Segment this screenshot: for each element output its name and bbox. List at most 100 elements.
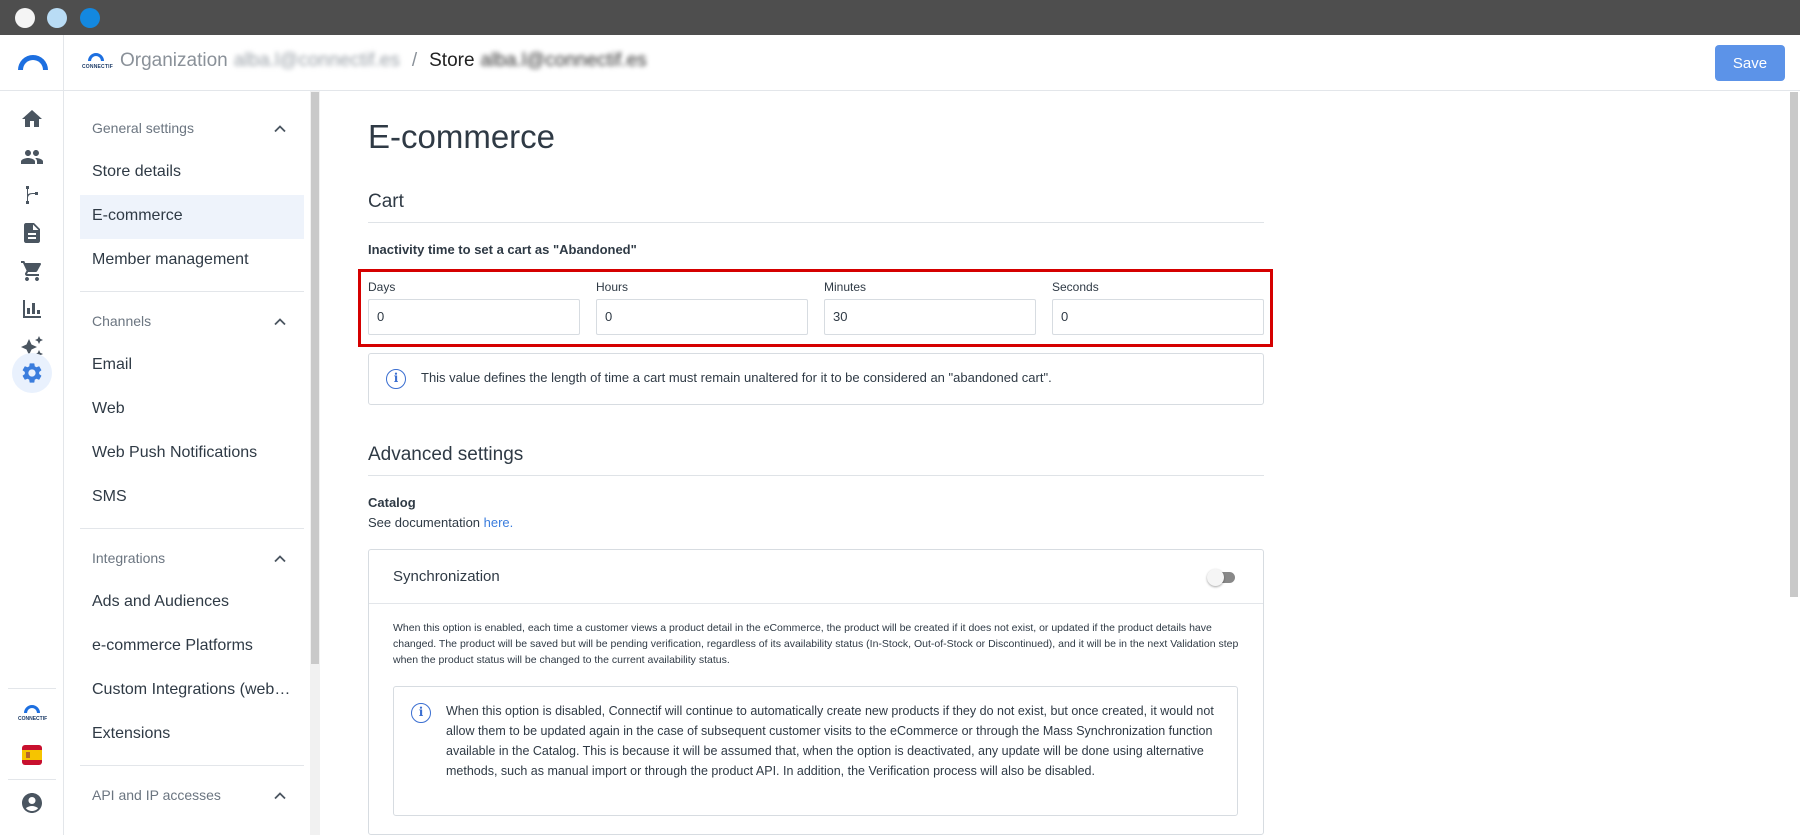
app-header: CONNECTIF Organization alba.l@connectif.… [0, 35, 1800, 91]
connectif-mini-logo[interactable]: CONNECTIF [18, 703, 48, 727]
nav-section-channels[interactable]: Channels [80, 302, 304, 342]
breadcrumb: Organization alba.l@connectif.es / Store… [120, 50, 647, 72]
section-title-advanced-settings: Advanced settings [368, 444, 524, 465]
info-icon: i [386, 369, 406, 389]
nav-item-sms[interactable]: SMS [80, 476, 304, 520]
minutes-label: Minutes [824, 280, 867, 294]
seconds-label: Seconds [1052, 280, 1099, 294]
nav-item-label: E-commerce [92, 207, 183, 224]
save-button[interactable]: Save [1715, 45, 1785, 81]
nav-item-label: Store details [92, 163, 181, 180]
nav-item-web[interactable]: Web [80, 388, 304, 432]
flow-icon[interactable] [20, 183, 44, 207]
connectif-logo-icon [18, 55, 48, 70]
organization-logo: CONNECTIF [82, 51, 113, 75]
synchronization-note-box: i When this option is disabled, Connecti… [393, 686, 1238, 816]
seconds-input[interactable]: 0 [1052, 299, 1264, 335]
account-icon[interactable] [20, 791, 44, 815]
nav-item-label: e-commerce Platforms [92, 637, 253, 654]
main-content: E-commerce Cart Inactivity time to set a… [320, 91, 1800, 835]
synchronization-title: Synchronization [393, 568, 500, 585]
nav-section-label: API and IP accesses [92, 787, 221, 803]
documentation-line: See documentation here. [368, 515, 513, 530]
nav-item-label: Extensions [92, 725, 171, 742]
catalog-label: Catalog [368, 495, 416, 510]
nav-item-e-commerce[interactable]: E-commerce [80, 195, 304, 239]
breadcrumb-organization-value[interactable]: alba.l@connectif.es [234, 50, 400, 72]
nav-item-email[interactable]: Email [80, 344, 304, 388]
window-titlebar [0, 0, 1800, 35]
chevron-up-icon [274, 125, 286, 133]
nav-item-label: Custom Integrations (webhooks) [92, 681, 297, 698]
section-divider [368, 475, 1264, 476]
rail-divider [8, 688, 56, 689]
documentation-prefix: See documentation [368, 515, 484, 530]
nav-section-integrations[interactable]: Integrations [80, 539, 304, 579]
settings-nav: General settings Store details E-commerc… [64, 91, 319, 835]
synchronization-header: Synchronization [369, 550, 1263, 604]
nav-scrollbar-thumb[interactable] [311, 92, 319, 664]
brand-logo[interactable] [0, 35, 64, 91]
synchronization-description: When this option is enabled, each time a… [393, 622, 1239, 666]
abandoned-cart-info-text: This value defines the length of time a … [421, 370, 1052, 385]
documentation-link[interactable]: here. [484, 515, 514, 530]
window-maximize-dot[interactable] [80, 8, 100, 28]
nav-section-label: Integrations [92, 550, 166, 566]
nav-section-label: General settings [92, 120, 194, 136]
info-icon: i [411, 703, 431, 723]
synchronization-card: Synchronization When this option is enab… [368, 549, 1264, 835]
window-minimize-dot[interactable] [47, 8, 67, 28]
section-title-cart: Cart [368, 191, 404, 212]
home-icon[interactable] [20, 107, 44, 131]
inactivity-time-caption: Inactivity time to set a cart as "Abando… [368, 242, 637, 257]
breadcrumb-separator: / [411, 50, 418, 71]
section-divider [368, 222, 1264, 223]
synchronization-toggle[interactable] [1207, 568, 1237, 586]
nav-item-ecommerce-platforms[interactable]: e-commerce Platforms [80, 625, 304, 669]
hours-label: Hours [596, 280, 629, 294]
nav-item-label: Email [92, 356, 133, 373]
breadcrumb-organization-label[interactable]: Organization [120, 50, 228, 72]
chevron-up-icon [274, 318, 286, 326]
nav-item-label: Web [92, 400, 125, 417]
chevron-up-icon [274, 792, 286, 800]
page-title: E-commerce [368, 118, 556, 155]
nav-item-member-management[interactable]: Member management [80, 239, 304, 283]
days-input[interactable]: 0 [368, 299, 580, 335]
main-scrollbar-thumb[interactable] [1790, 92, 1798, 597]
rail-divider [8, 779, 56, 780]
spain-flag-icon[interactable] [22, 745, 42, 765]
connectif-mini-logo-text: CONNECTIF [18, 716, 48, 722]
nav-item-web-push-notifications[interactable]: Web Push Notifications [80, 432, 304, 476]
nav-item-extensions[interactable]: Extensions [80, 713, 304, 757]
synchronization-note-text: When this option is disabled, Connectif … [446, 704, 1214, 778]
gear-icon[interactable] [20, 361, 44, 385]
abandoned-cart-info-box: i This value defines the length of time … [368, 353, 1264, 405]
bar-chart-icon[interactable] [20, 297, 44, 321]
nav-divider [80, 528, 304, 529]
nav-item-label: SMS [92, 488, 127, 505]
breadcrumb-store-label[interactable]: Store [429, 50, 474, 72]
chevron-up-icon [274, 555, 286, 563]
nav-item-label: Web Push Notifications [92, 444, 258, 461]
days-label: Days [368, 280, 396, 294]
organization-logo-text: CONNECTIF [82, 64, 113, 70]
cart-icon[interactable] [20, 259, 44, 283]
nav-item-label: Member management [92, 251, 249, 268]
nav-divider [80, 765, 304, 766]
breadcrumb-store-value[interactable]: alba.l@connectif.es [481, 50, 647, 72]
nav-section-api-and-ip-accesses[interactable]: API and IP accesses [80, 776, 304, 816]
document-icon[interactable] [20, 221, 44, 245]
nav-item-store-details[interactable]: Store details [80, 151, 304, 195]
icon-rail: CONNECTIF [0, 91, 64, 835]
nav-section-label: Channels [92, 313, 152, 329]
nav-section-general-settings[interactable]: General settings [80, 109, 304, 149]
nav-item-custom-integrations[interactable]: Custom Integrations (webhooks) [80, 669, 304, 713]
nav-item-label: Ads and Audiences [92, 593, 229, 610]
people-icon[interactable] [20, 145, 44, 169]
minutes-input[interactable]: 30 [824, 299, 1036, 335]
nav-divider [80, 291, 304, 292]
nav-item-ads-and-audiences[interactable]: Ads and Audiences [80, 581, 304, 625]
window-close-dot[interactable] [15, 8, 35, 28]
hours-input[interactable]: 0 [596, 299, 808, 335]
